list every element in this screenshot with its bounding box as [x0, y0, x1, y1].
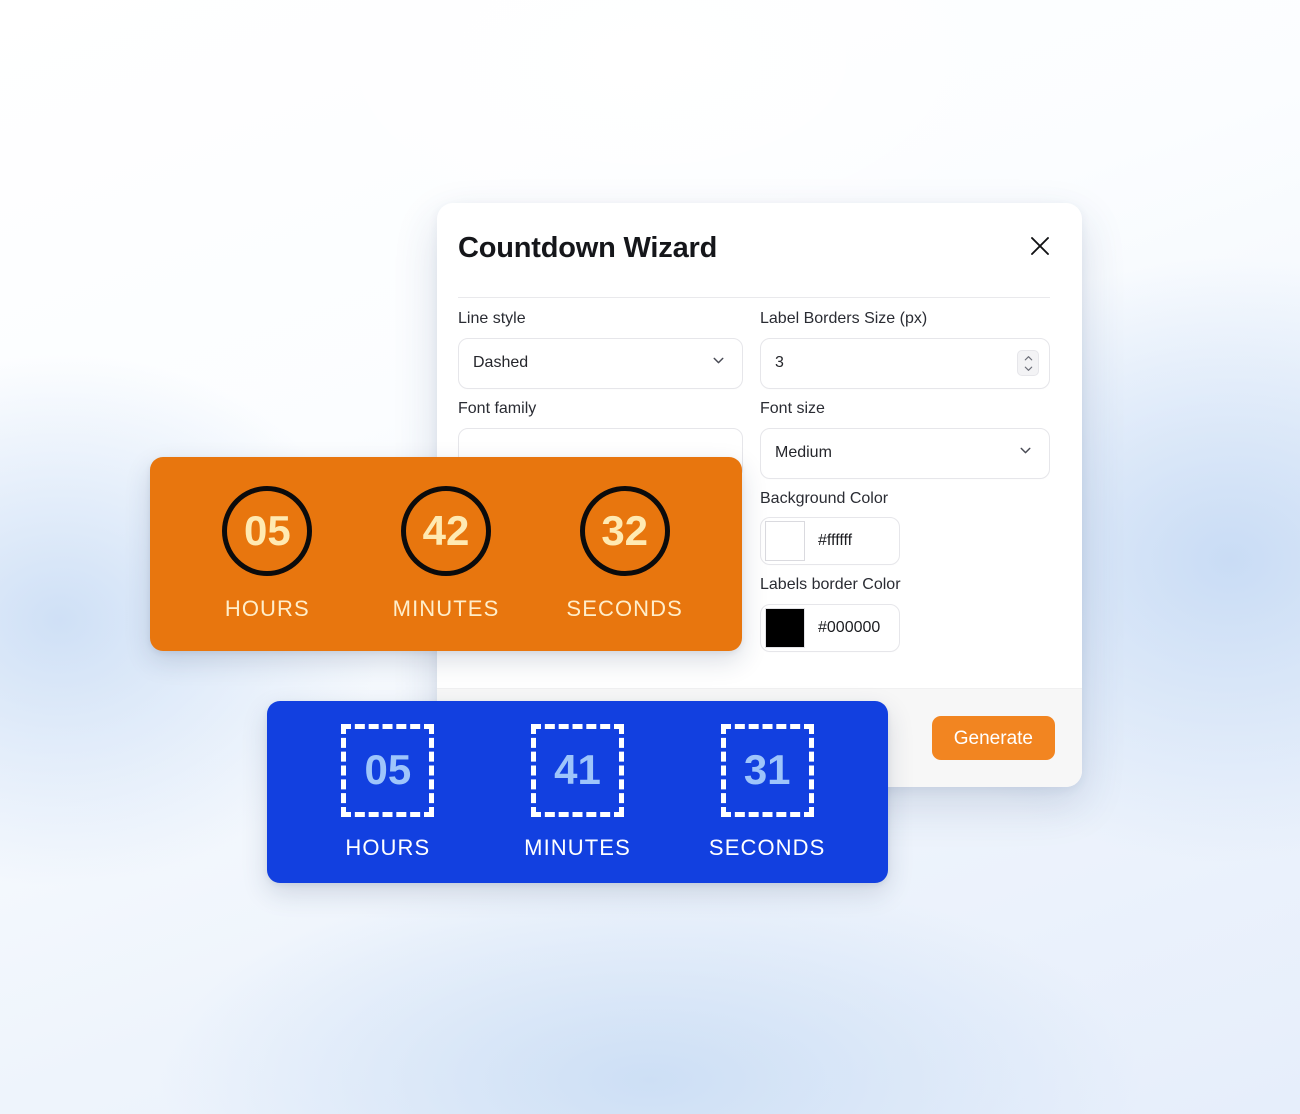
- field-labels-border-color: Labels border Color #000000: [760, 575, 1050, 653]
- countdown-label-seconds: SECONDS: [708, 834, 826, 860]
- countdown-preview-blue: 05 HOURS 41 MINUTES 31 SECONDS: [267, 701, 888, 883]
- countdown-label-hours: HOURS: [224, 596, 310, 621]
- countdown-value-hours: 05: [222, 486, 313, 576]
- chevron-down-icon: [1017, 442, 1034, 464]
- labels-border-color-swatch[interactable]: [765, 608, 805, 649]
- label-borders-size-label: Label Borders Size (px): [760, 310, 928, 327]
- countdown-preview-orange: 05 HOURS 42 MINUTES 32 SECONDS: [150, 457, 742, 651]
- close-icon: [1028, 234, 1052, 258]
- line-style-select[interactable]: Dashed: [458, 337, 743, 389]
- background-color-input[interactable]: #ffffff: [760, 517, 900, 566]
- countdown-unit-seconds: 32 SECONDS: [535, 486, 714, 622]
- countdown-value-minutes: 42: [401, 486, 491, 576]
- page-title: Countdown Wizard: [458, 232, 718, 264]
- label-borders-size-input[interactable]: 3: [760, 337, 1050, 389]
- countdown-unit-minutes: 41 MINUTES: [483, 723, 673, 861]
- generate-button[interactable]: Generate: [931, 716, 1055, 760]
- countdown-label-hours: HOURS: [345, 834, 431, 860]
- font-size-value: Medium: [775, 444, 832, 462]
- countdown-unit-hours: 05 HOURS: [293, 723, 483, 861]
- background-color-value: #ffffff: [818, 532, 853, 550]
- countdown-label-minutes: MINUTES: [392, 596, 500, 621]
- page-background: Countdown Wizard Line style Dashed Label…: [0, 0, 1300, 1114]
- countdown-value-seconds: 31: [720, 723, 814, 817]
- number-spinner-icon[interactable]: [1017, 350, 1039, 377]
- close-button[interactable]: [1023, 229, 1057, 263]
- background-color-swatch[interactable]: [765, 521, 805, 562]
- dialog-header: Countdown Wizard: [437, 203, 1082, 297]
- label-borders-size-value: 3: [775, 354, 784, 372]
- countdown-unit-minutes: 42 MINUTES: [357, 486, 536, 622]
- background-color-label: Background Color: [760, 489, 889, 507]
- field-background-color: Background Color #ffffff: [760, 489, 1050, 566]
- countdown-label-minutes: MINUTES: [524, 834, 631, 860]
- countdown-value-hours: 05: [341, 723, 435, 817]
- field-label-borders-size: Label Borders Size (px) 3: [760, 309, 1050, 389]
- field-font-size: Font size Medium: [760, 399, 1050, 479]
- countdown-label-seconds: SECONDS: [566, 596, 683, 621]
- font-size-label: Font size: [760, 399, 825, 417]
- line-style-label: Line style: [458, 310, 526, 327]
- labels-border-color-label: Labels border Color: [760, 576, 901, 594]
- font-size-select[interactable]: Medium: [760, 427, 1050, 479]
- countdown-value-minutes: 41: [531, 723, 624, 817]
- font-family-label: Font family: [458, 399, 537, 417]
- line-style-value: Dashed: [473, 354, 529, 372]
- countdown-unit-seconds: 31 SECONDS: [672, 723, 862, 861]
- countdown-unit-hours: 05 HOURS: [178, 486, 357, 622]
- chevron-down-icon: [710, 352, 727, 374]
- labels-border-color-value: #000000: [818, 619, 881, 637]
- field-line-style: Line style Dashed: [458, 309, 743, 389]
- labels-border-color-input[interactable]: #000000: [760, 604, 900, 653]
- countdown-value-seconds: 32: [579, 486, 670, 576]
